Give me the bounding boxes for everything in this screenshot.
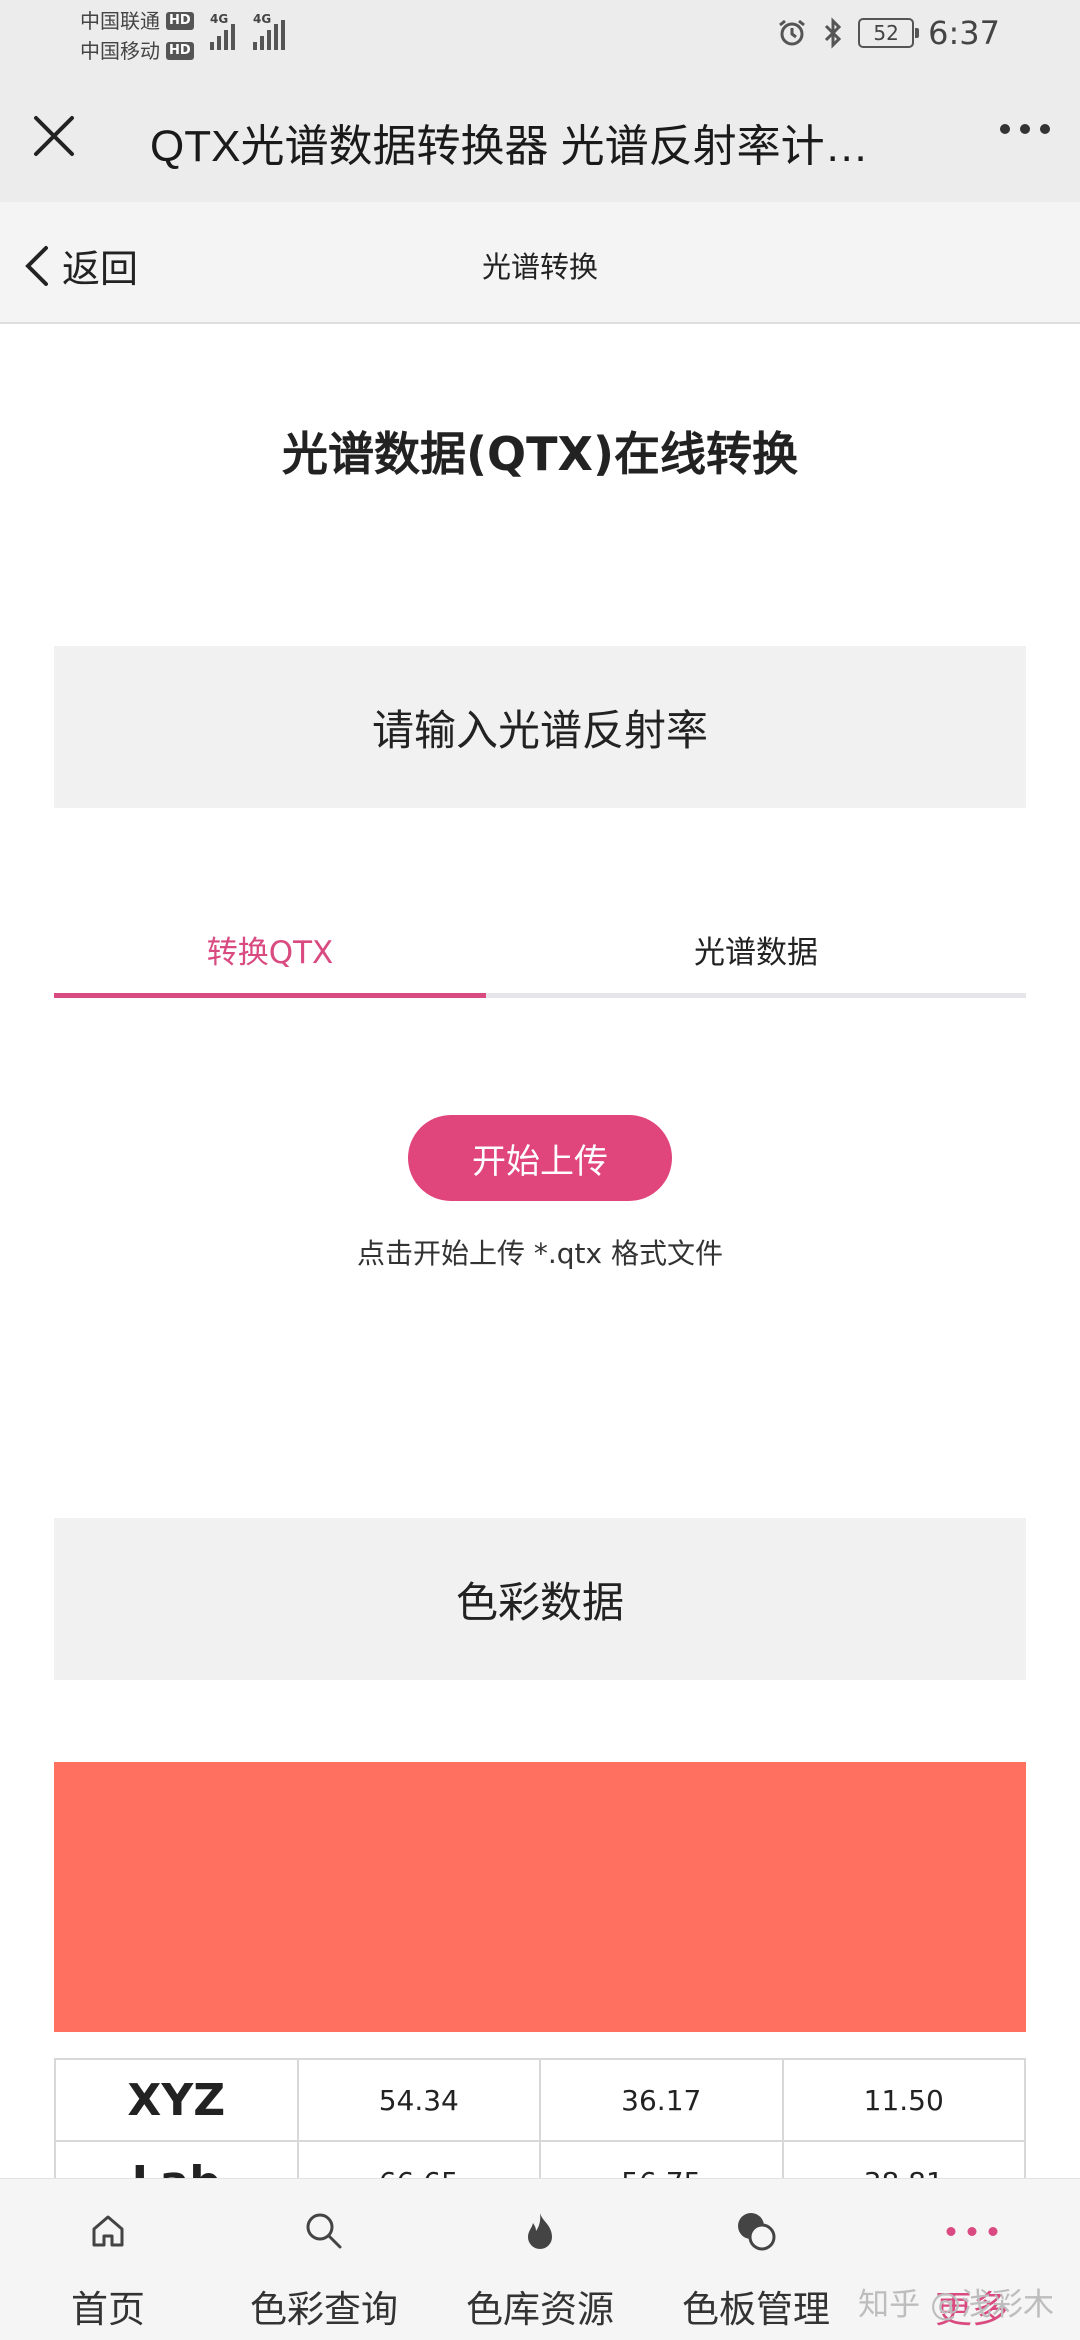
table-cell: 54.34 bbox=[296, 2058, 542, 2142]
bottom-nav-color-search[interactable]: 色彩查询 bbox=[216, 2179, 432, 2340]
start-upload-button[interactable]: 开始上传 bbox=[408, 1115, 672, 1201]
signal-strength-icon: 4G bbox=[210, 12, 235, 50]
home-icon bbox=[92, 2215, 124, 2247]
more-dot-icon bbox=[1020, 124, 1030, 134]
network-type-label: 4G bbox=[253, 12, 272, 26]
status-bar: 中国联通 HD 中国移动 HD 4G 4G 52 6:37 bbox=[0, 0, 1080, 72]
bottom-nav-label: 首页 bbox=[71, 2288, 145, 2331]
signal-indicators: 4G 4G bbox=[210, 12, 285, 50]
close-button[interactable] bbox=[22, 104, 86, 168]
nav-title: 光谱转换 bbox=[481, 250, 598, 284]
bluetooth-icon bbox=[825, 17, 842, 49]
table-row: XYZ 54.34 36.17 11.50 bbox=[54, 2058, 1026, 2142]
bottom-nav-more[interactable]: 更多 知乎 @浅彩木 bbox=[858, 2179, 1080, 2340]
alarm-icon bbox=[779, 19, 806, 46]
hd-badge: HD bbox=[166, 12, 194, 30]
bottom-nav-label: 色板管理 bbox=[682, 2288, 830, 2331]
flame-icon bbox=[528, 2213, 552, 2249]
nav-bar: 返回 光谱转换 bbox=[0, 202, 1080, 324]
more-dots-icon bbox=[946, 2227, 998, 2236]
search-icon bbox=[306, 2213, 342, 2249]
input-section-header: 请输入光谱反射率 bbox=[54, 646, 1026, 808]
tab-bar: 转换QTX 光谱数据 bbox=[54, 900, 1026, 998]
carrier-2-label: 中国移动 bbox=[80, 39, 160, 63]
carrier-info: 中国联通 HD 中国移动 HD bbox=[80, 6, 194, 66]
color-data-section-header: 色彩数据 bbox=[54, 1518, 1026, 1680]
tab-active-indicator bbox=[54, 993, 486, 998]
main-heading: 光谱数据(QTX)在线转换 bbox=[282, 427, 798, 481]
color-circles-icon bbox=[738, 2213, 776, 2251]
status-right-group: 52 6:37 bbox=[776, 14, 1000, 52]
bottom-nav-label: 色库资源 bbox=[466, 2288, 614, 2331]
table-cell: 36.17 bbox=[539, 2058, 784, 2142]
network-type-label: 4G bbox=[210, 12, 229, 26]
upload-hint: 点击开始上传 *.qtx 格式文件 bbox=[356, 1237, 724, 1270]
bottom-nav-home[interactable]: 首页 bbox=[0, 2179, 216, 2340]
clock: 6:37 bbox=[928, 14, 1000, 52]
tab-convert-qtx[interactable]: 转换QTX bbox=[54, 900, 486, 998]
bottom-nav-label: 色彩查询 bbox=[250, 2288, 398, 2331]
signal-strength-icon: 4G bbox=[253, 12, 285, 50]
tab-spectral-data[interactable]: 光谱数据 bbox=[486, 900, 1026, 998]
battery-indicator: 52 bbox=[858, 18, 920, 48]
color-swatch bbox=[54, 1762, 1026, 2032]
bottom-nav: 首页 色彩查询 色库资源 色板管理 更多 知乎 @浅彩木 bbox=[0, 2178, 1080, 2340]
bottom-nav-palette-manage[interactable]: 色板管理 bbox=[648, 2179, 864, 2340]
more-options-button[interactable] bbox=[1000, 124, 1050, 134]
bottom-nav-color-library[interactable]: 色库资源 bbox=[432, 2179, 648, 2340]
more-dot-icon bbox=[1000, 124, 1010, 134]
page-title: QTX光谱数据转换器 光谱反射率计… bbox=[150, 122, 869, 171]
carrier-1-label: 中国联通 bbox=[80, 9, 160, 33]
title-bar: QTX光谱数据转换器 光谱反射率计… bbox=[0, 72, 1080, 202]
watermark: 知乎 @浅彩木 bbox=[858, 2287, 1054, 2323]
hd-badge: HD bbox=[166, 42, 194, 60]
table-cell: 11.50 bbox=[781, 2058, 1026, 2142]
close-icon bbox=[34, 116, 74, 156]
row-label: XYZ bbox=[54, 2058, 299, 2142]
more-dot-icon bbox=[1040, 124, 1050, 134]
